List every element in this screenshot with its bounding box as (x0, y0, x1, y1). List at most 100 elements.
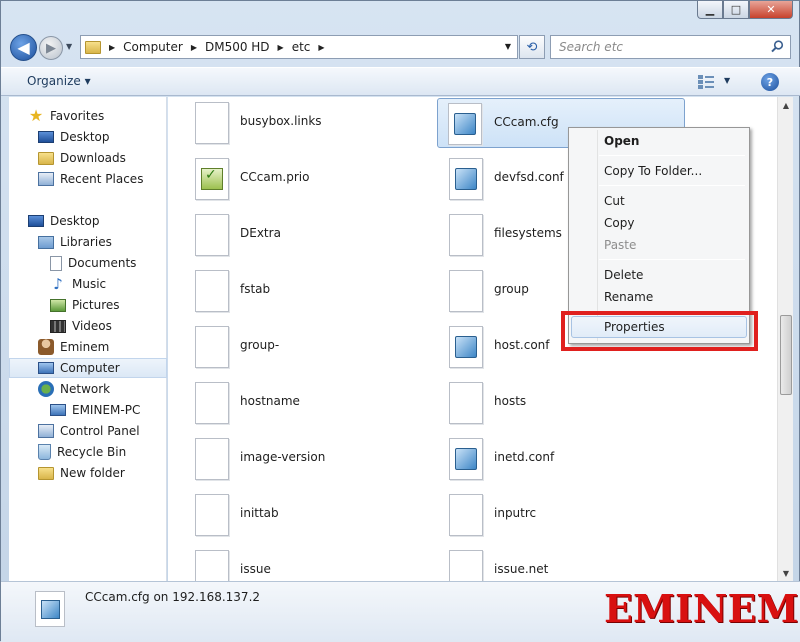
sidebar-item-desktop-root[interactable]: Desktop (9, 211, 167, 231)
sidebar-item-network[interactable]: Network (9, 379, 167, 399)
pictures-icon (50, 298, 66, 312)
caption-buttons: ▁ □ ✕ (697, 1, 793, 20)
menu-separator (599, 155, 745, 156)
vertical-scrollbar[interactable]: ▲ ▼ (777, 97, 793, 581)
sidebar-item-label: Desktop (60, 130, 110, 144)
maximize-button[interactable]: □ (723, 1, 749, 19)
sidebar-item-eminem[interactable]: Eminem (9, 337, 167, 357)
sidebar-item-label: New folder (60, 466, 125, 480)
recent-pages-dropdown[interactable]: ▼ (66, 42, 72, 51)
blank-file-icon (195, 550, 229, 581)
desktop-icon (38, 131, 54, 143)
blank-file-icon (449, 550, 483, 581)
search-input[interactable]: Search etc (550, 35, 791, 59)
file-item[interactable]: hosts (424, 377, 672, 427)
file-item[interactable]: group- (170, 321, 418, 371)
sidebar-item-label: Recent Places (60, 172, 144, 186)
view-options-dropdown[interactable]: ▼ (724, 76, 730, 85)
folder-icon (38, 151, 54, 165)
sidebar-item-favorites[interactable]: ★ Favorites (9, 106, 167, 126)
blank-file-icon (449, 382, 483, 424)
cfg-file-icon (449, 326, 483, 368)
folder-icon (38, 466, 54, 480)
file-item[interactable]: inittab (170, 489, 418, 539)
file-item[interactable]: image-version (170, 433, 418, 483)
file-item[interactable]: CCcam.prio (170, 153, 418, 203)
file-item[interactable]: inputrc (424, 489, 672, 539)
file-name: inputrc (494, 506, 537, 520)
network-icon (38, 381, 54, 397)
address-bar[interactable]: ▶ Computer ▶ DM500 HD ▶ etc ▶ ▼ (80, 35, 518, 59)
cfg-file-icon (449, 158, 483, 200)
breadcrumb-computer[interactable]: Computer (123, 40, 183, 54)
refresh-button[interactable]: ⟲ (519, 35, 545, 59)
sidebar-item-documents[interactable]: Documents (9, 253, 167, 273)
sidebar-item-libraries[interactable]: Libraries (9, 232, 167, 252)
file-name: DExtra (240, 226, 281, 240)
breadcrumb-separator-icon[interactable]: ▶ (278, 43, 284, 52)
sidebar-item-eminem-pc[interactable]: EMINEM-PC (9, 400, 167, 420)
close-button[interactable]: ✕ (749, 1, 793, 19)
highlight-annotation-box (561, 311, 758, 351)
breadcrumb-separator-icon[interactable]: ▶ (109, 43, 115, 52)
menu-item-copy[interactable]: Copy (571, 212, 747, 234)
breadcrumb-separator-icon[interactable]: ▶ (191, 43, 197, 52)
back-button[interactable]: ◀ (10, 34, 37, 61)
file-item[interactable]: issue.net (424, 545, 672, 581)
file-name: inetd.conf (494, 450, 555, 464)
scroll-up-icon[interactable]: ▲ (778, 97, 794, 113)
file-item[interactable]: DExtra (170, 209, 418, 259)
file-name: devfsd.conf (494, 170, 564, 184)
sidebar-item-label: Computer (60, 361, 120, 375)
control-panel-icon (38, 424, 54, 438)
menu-item-copy-to-folder[interactable]: Copy To Folder... (571, 160, 747, 182)
file-item[interactable]: hostname (170, 377, 418, 427)
forward-button[interactable]: ▶ (39, 36, 63, 60)
menu-item-rename[interactable]: Rename (571, 286, 747, 308)
blank-file-icon (195, 214, 229, 256)
sidebar-item-recycle-bin[interactable]: Recycle Bin (9, 442, 167, 462)
file-item[interactable]: fstab (170, 265, 418, 315)
details-pane: CCcam.cfg on 192.168.137.2 EMINEM (1, 581, 800, 642)
search-icon[interactable] (771, 40, 784, 53)
file-item[interactable]: busybox.links (170, 97, 418, 147)
desktop-icon (28, 215, 44, 227)
sidebar-item-videos[interactable]: Videos (9, 316, 167, 336)
menu-item-open[interactable]: Open (571, 130, 747, 152)
music-icon: ♪ (53, 275, 63, 293)
breadcrumb-separator-icon[interactable]: ▶ (318, 43, 324, 52)
file-item[interactable]: issue (170, 545, 418, 581)
file-name: fstab (240, 282, 271, 296)
blank-file-icon (449, 214, 483, 256)
breadcrumb-etc[interactable]: etc (292, 40, 311, 54)
chevron-down-icon[interactable]: ▼ (505, 42, 511, 51)
breadcrumb-dm500hd[interactable]: DM500 HD (205, 40, 270, 54)
organize-button[interactable]: Organize ▾ (27, 74, 91, 88)
file-name: issue.net (494, 562, 549, 576)
change-view-icon[interactable] (698, 75, 714, 89)
scrollbar-thumb[interactable] (780, 315, 792, 395)
sidebar-item-pictures[interactable]: Pictures (9, 295, 167, 315)
documents-icon (50, 255, 62, 271)
minimize-button[interactable]: ▁ (697, 1, 723, 19)
sidebar-item-downloads[interactable]: Downloads (9, 148, 167, 168)
sidebar-item-recent-places[interactable]: Recent Places (9, 169, 167, 189)
cfg-file-icon (35, 591, 65, 627)
sidebar-item-label: Network (60, 382, 111, 396)
blank-file-icon (195, 494, 229, 536)
search-placeholder: Search etc (559, 40, 623, 54)
sidebar-item-new-folder[interactable]: New folder (9, 463, 167, 483)
sidebar-item-desktop[interactable]: Desktop (9, 127, 167, 147)
menu-item-cut[interactable]: Cut (571, 190, 747, 212)
help-button[interactable]: ? (761, 73, 779, 91)
scroll-down-icon[interactable]: ▼ (778, 565, 794, 581)
sidebar-item-computer[interactable]: Computer (9, 358, 167, 378)
sidebar-item-music[interactable]: ♪ Music (9, 274, 167, 294)
sidebar-item-control-panel[interactable]: Control Panel (9, 421, 167, 441)
file-name: issue (240, 562, 271, 576)
menu-item-delete[interactable]: Delete (571, 264, 747, 286)
menu-separator (599, 259, 745, 260)
file-name: group (494, 282, 529, 296)
file-item[interactable]: inetd.conf (424, 433, 672, 483)
file-name: CCcam.cfg (494, 115, 559, 129)
